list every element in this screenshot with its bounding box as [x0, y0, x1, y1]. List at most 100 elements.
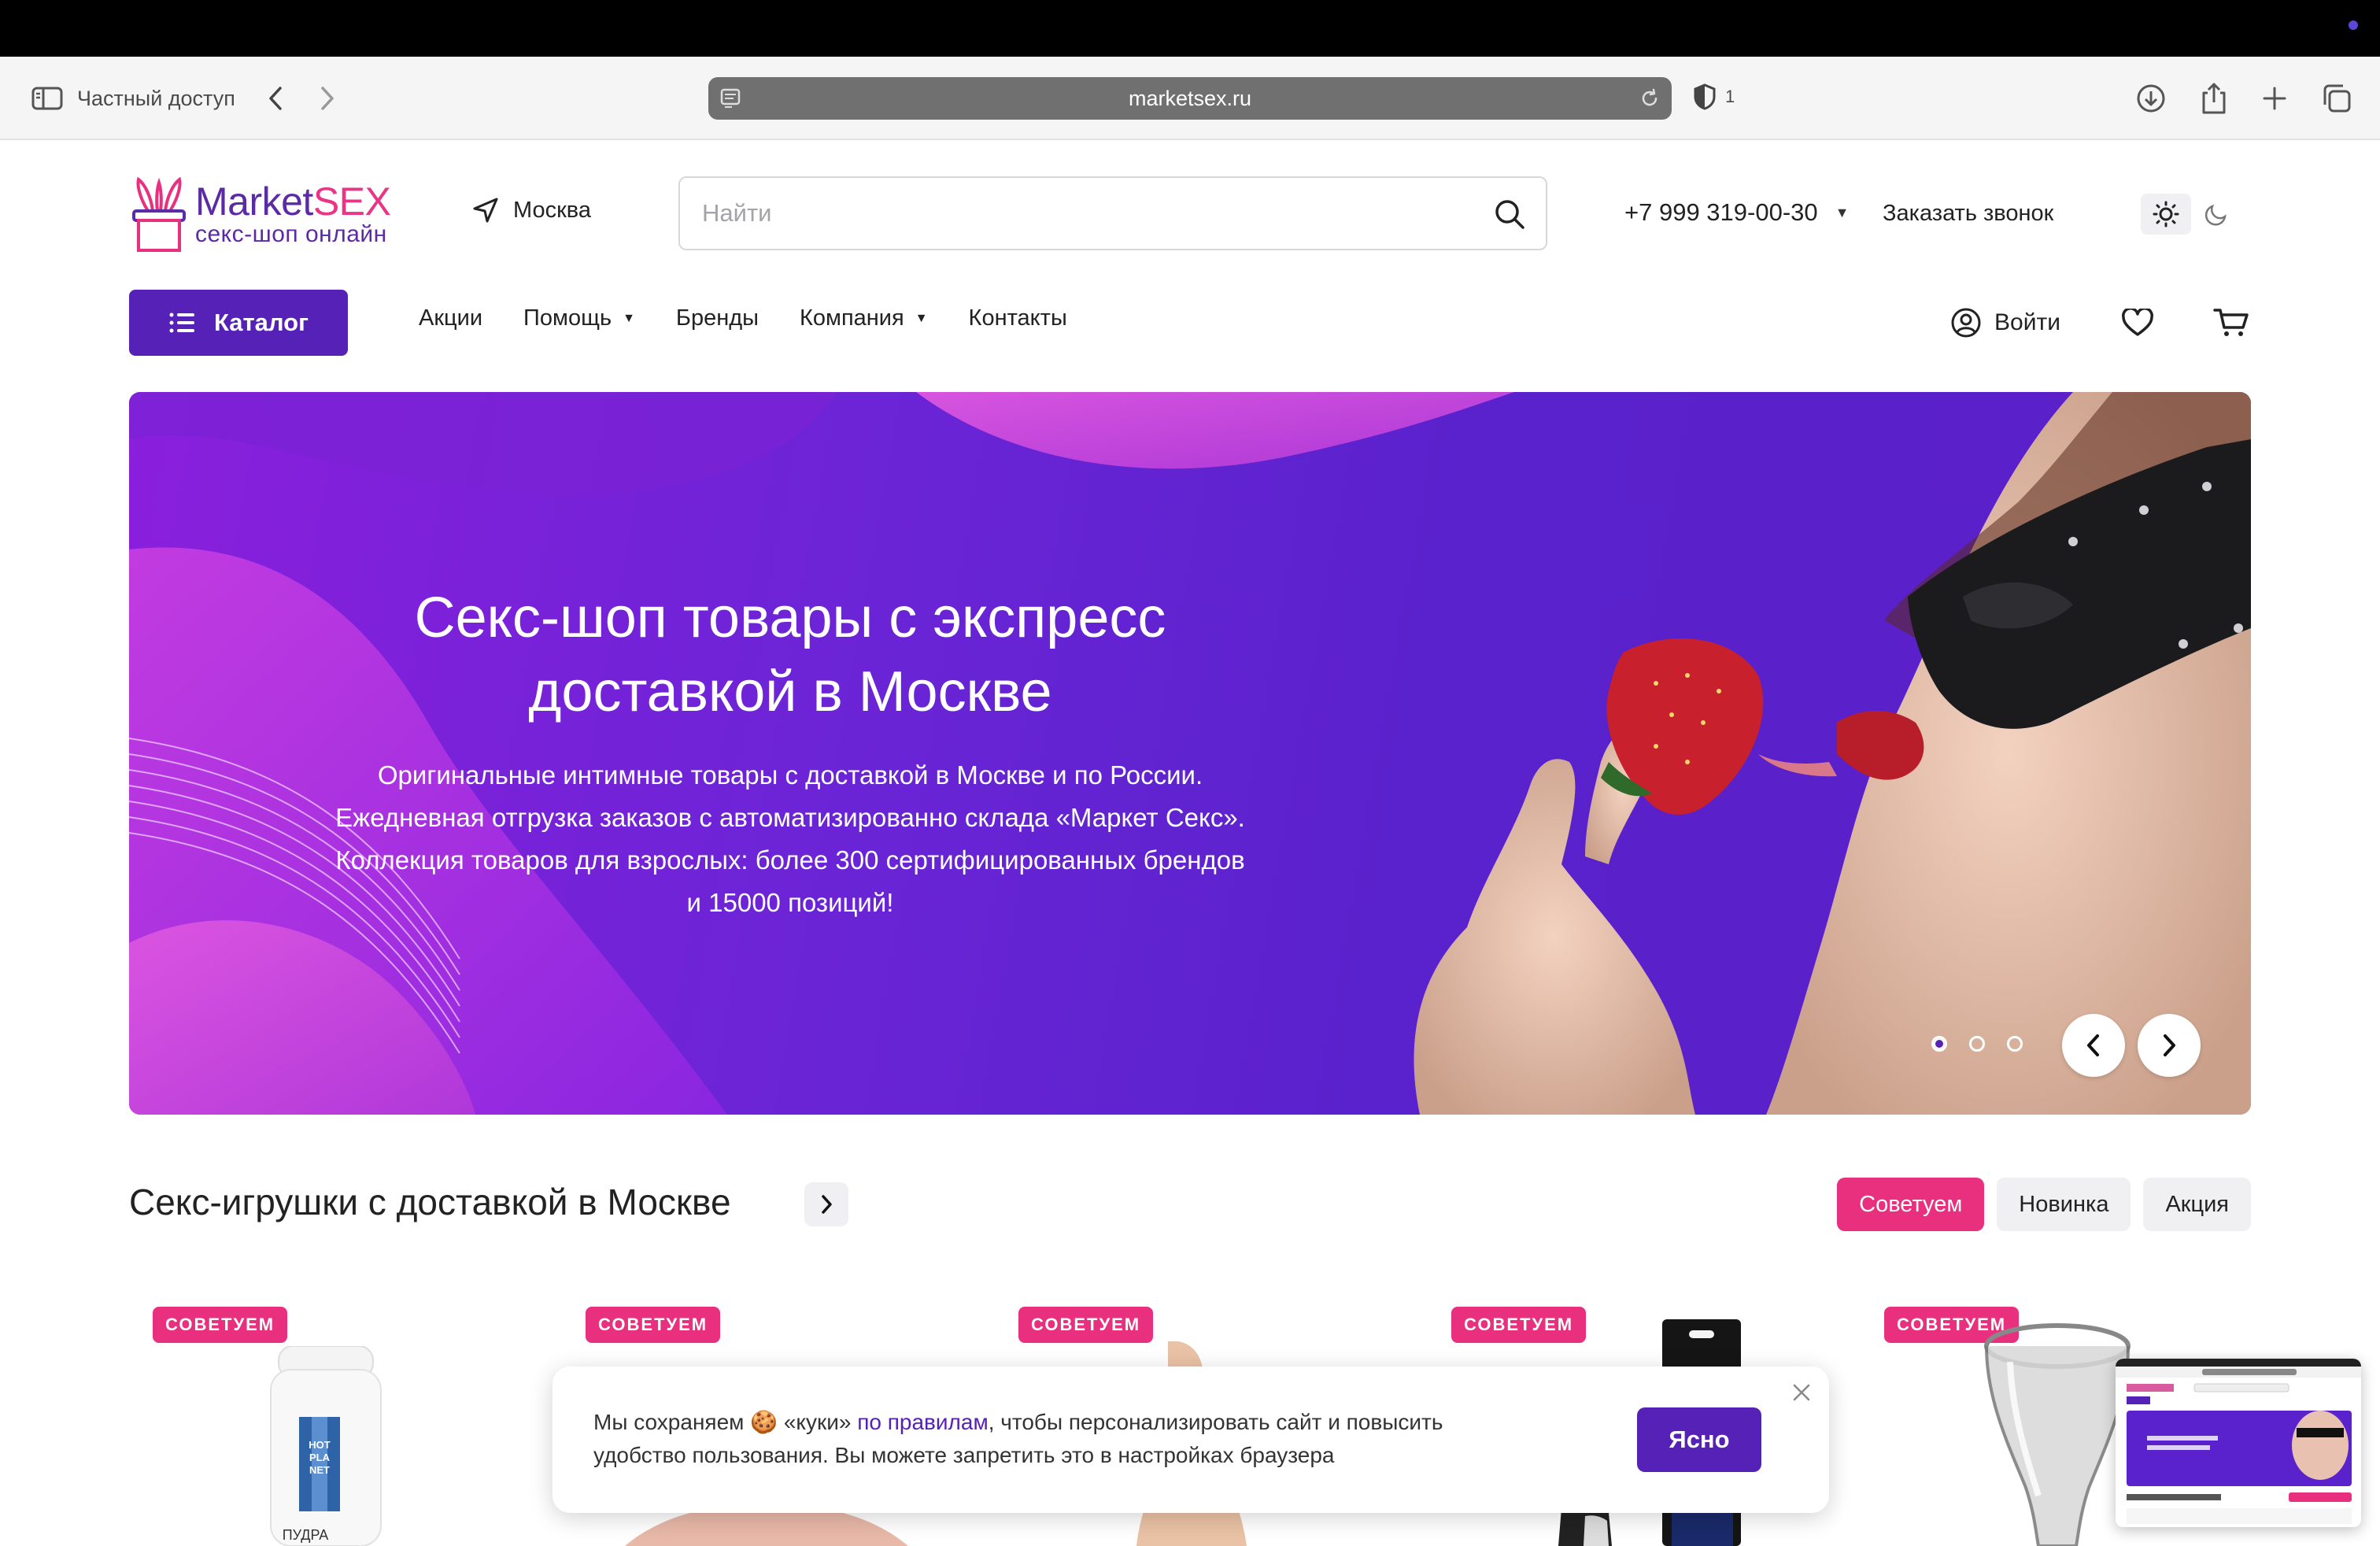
hero-text-line: Ежедневная отгрузка заказов с автоматизи… [335, 803, 1245, 832]
hero-title: Секс-шоп товары с экспресс доставкой в М… [286, 581, 1294, 729]
product-badge: СОВЕТУЕМ [586, 1307, 721, 1343]
search-input[interactable] [702, 199, 1458, 227]
product-card[interactable]: СОВЕТУЕМ HOT PLA NET ПУДРА [129, 1307, 523, 1546]
nav-item-help[interactable]: Помощь ▼ [523, 305, 635, 331]
cookie-text-part: удобство пользования. Вы можете запретит… [593, 1443, 1335, 1467]
cookie-text-part: , чтобы персонализировать сайт и повысит… [988, 1410, 1443, 1434]
section-more-button[interactable] [804, 1182, 848, 1226]
city-label: Москва [513, 197, 592, 223]
back-icon[interactable] [268, 85, 283, 112]
page-menu-icon[interactable] [719, 87, 741, 113]
caret-down-icon: ▼ [1835, 204, 1850, 220]
private-browsing-label: Частный доступ [77, 86, 235, 110]
cookie-accept-button[interactable]: Ясно [1637, 1407, 1761, 1472]
shield-icon [1694, 83, 1716, 110]
chevron-right-icon [2164, 1034, 2175, 1056]
camera-indicator-icon [2349, 20, 2358, 30]
main-nav: Акции Помощь ▼ Бренды Компания ▼ Контакты [419, 305, 1067, 331]
catalog-label: Каталог [213, 309, 309, 336]
heart-icon[interactable] [2122, 307, 2153, 341]
slider-next-button[interactable] [2138, 1014, 2201, 1077]
search-box [678, 176, 1547, 250]
slider-dots [1931, 1036, 2023, 1052]
nav-item-label: Помощь [523, 305, 612, 331]
sidebar-icon[interactable] [31, 86, 63, 111]
chevron-right-icon [822, 1195, 832, 1214]
site-logo[interactable]: MarketSEX секс-шоп онлайн [129, 175, 405, 253]
sun-icon[interactable] [2141, 194, 2191, 235]
slider-dot[interactable] [1931, 1036, 1947, 1052]
login-label: Войти [1994, 309, 2060, 335]
privacy-report[interactable]: 1 [1694, 83, 1735, 110]
cookie-banner: Мы сохраняем 🍪 «куки» по правилам, чтобы… [552, 1367, 1829, 1513]
logo-hat-icon [132, 176, 186, 252]
cart-icon[interactable] [2213, 307, 2249, 342]
product-badge: СОВЕТУЕМ [1018, 1307, 1154, 1343]
svg-text:NET: NET [309, 1464, 330, 1476]
phone-number: +7 999 319-00-30 [1624, 198, 1818, 226]
caret-down-icon: ▼ [623, 311, 635, 325]
caret-down-icon: ▼ [915, 311, 928, 325]
cookie-policy-link[interactable]: по правилам [857, 1410, 989, 1434]
url-text: marketsex.ru [1128, 86, 1252, 110]
hero-banner[interactable]: Секс-шоп товары с экспресс доставкой в М… [129, 392, 2251, 1115]
search-icon[interactable] [1492, 197, 1527, 235]
nav-item-label: Акции [419, 305, 483, 331]
product-badge: СОВЕТУЕМ [153, 1307, 288, 1343]
slider-prev-button[interactable] [2062, 1014, 2125, 1077]
chevron-left-icon [2087, 1034, 2099, 1056]
cookie-text-part: Мы сохраняем 🍪 «куки» [593, 1410, 858, 1434]
location-arrow-icon [473, 198, 498, 223]
login-button[interactable]: Войти [1950, 307, 2060, 338]
forward-icon[interactable] [320, 85, 335, 112]
svg-text:HOT: HOT [309, 1439, 331, 1451]
browser-toolbar: Частный доступ marketsex.ru 1 [0, 57, 2380, 140]
hero-title-line: Секс-шоп товары с экспресс [414, 586, 1166, 649]
os-top-bar [0, 0, 2380, 57]
hero-text-line: и 15000 позиций! [686, 888, 894, 917]
address-bar[interactable]: marketsex.ru [708, 77, 1672, 120]
nav-item-label: Контакты [968, 305, 1067, 331]
product-image: HOT PLA NET ПУДРА [270, 1346, 382, 1546]
svg-text:PLA: PLA [309, 1452, 331, 1463]
nav-item-company[interactable]: Компания ▼ [800, 305, 928, 331]
filter-recommended[interactable]: Советуем [1837, 1178, 1985, 1231]
hero-description: Оригинальные интимные товары с доставкой… [247, 754, 1333, 924]
nav-item-contacts[interactable]: Контакты [969, 305, 1067, 331]
logo-word-market: Market [195, 179, 313, 224]
nav-item-promotions[interactable]: Акции [419, 305, 482, 331]
user-icon [1951, 308, 1981, 338]
tracker-count: 1 [1725, 87, 1735, 106]
nav-item-label: Бренды [675, 305, 759, 331]
phone-dropdown[interactable]: +7 999 319-00-30 ▼ [1624, 198, 1849, 227]
logo-tagline: секс-шоп онлайн [195, 221, 387, 247]
share-icon[interactable] [2201, 82, 2227, 115]
new-tab-icon[interactable] [2262, 86, 2287, 111]
hero-text-line: Коллекция товаров для взрослых: более 30… [335, 845, 1245, 875]
product-filters: Советуем Новинка Акция [1837, 1178, 2251, 1231]
tabs-overview-icon[interactable] [2322, 83, 2352, 113]
thumbnail-image [2116, 1359, 2361, 1527]
close-icon[interactable] [1791, 1382, 1812, 1407]
list-icon [169, 313, 194, 333]
filter-sale[interactable]: Акция [2143, 1178, 2251, 1231]
section-title: Секс-игрушки с доставкой в Москве [129, 1182, 731, 1222]
moon-icon[interactable] [2191, 194, 2241, 235]
hero-background [129, 392, 2251, 1115]
reload-icon[interactable] [1639, 87, 1661, 113]
screenshot-thumbnail[interactable] [2116, 1359, 2361, 1527]
hero-text-line: Оригинальные интимные товары с доставкой… [377, 760, 1203, 790]
hero-title-line: доставкой в Москве [528, 660, 1052, 723]
city-selector[interactable]: Москва [472, 197, 591, 224]
download-icon[interactable] [2136, 83, 2166, 113]
slider-dot[interactable] [1969, 1036, 1985, 1052]
nav-item-brands[interactable]: Бренды [676, 305, 759, 331]
slider-dot[interactable] [2007, 1036, 2023, 1052]
catalog-button[interactable]: Каталог [129, 290, 348, 356]
callback-link[interactable]: Заказать звонок [1883, 201, 2053, 227]
filter-new[interactable]: Новинка [1997, 1178, 2131, 1231]
svg-text:ПУДРА: ПУДРА [283, 1527, 329, 1543]
logo-word-sex: SEX [312, 179, 391, 224]
sidebar-toggle[interactable]: Частный доступ [31, 57, 235, 140]
nav-item-label: Компания [799, 305, 904, 331]
